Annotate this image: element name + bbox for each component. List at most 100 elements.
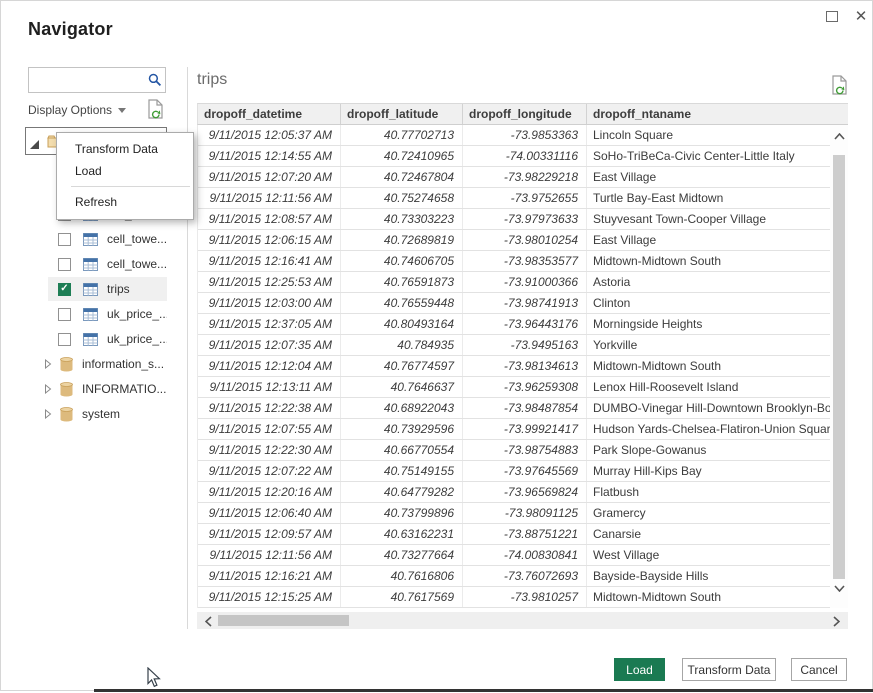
sidebar-item-uk-price-1[interactable]: uk_price_... <box>48 302 167 326</box>
vertical-scrollbar[interactable] <box>830 125 848 608</box>
table-cell-datetime: 9/11/2015 12:07:20 AM <box>198 167 341 187</box>
table-cell-latitude: 40.76559448 <box>341 293 463 313</box>
scroll-left-icon[interactable] <box>205 616 212 627</box>
table-cell-datetime: 9/11/2015 12:06:15 AM <box>198 230 341 250</box>
table-cell-ntaname: Yorkville <box>587 335 830 355</box>
table-row: 9/11/2015 12:07:22 AM 40.75149155 -73.97… <box>198 461 830 482</box>
table-cell-ntaname: East Village <box>587 167 830 187</box>
checkbox-unchecked[interactable] <box>58 233 71 246</box>
sidebar-item-uk-price-2[interactable]: uk_price_... <box>48 327 167 351</box>
scroll-up-icon[interactable] <box>834 133 845 140</box>
table-row: 9/11/2015 12:15:25 AM 40.7617569 -73.981… <box>198 587 830 608</box>
table-cell-latitude: 40.76774597 <box>341 356 463 376</box>
sidebar-item-cell-towe-3[interactable]: cell_towe... <box>48 252 167 276</box>
checkbox-unchecked[interactable] <box>58 333 71 346</box>
search-box <box>28 67 166 93</box>
collapsed-arrow-icon[interactable] <box>44 384 52 394</box>
table-cell-latitude: 40.75149155 <box>341 461 463 481</box>
table-cell-datetime: 9/11/2015 12:07:55 AM <box>198 419 341 439</box>
table-cell-longitude: -73.98010254 <box>463 230 587 250</box>
menu-item-load[interactable]: Load <box>57 160 193 182</box>
table-cell-longitude: -74.00331116 <box>463 146 587 166</box>
table-row: 9/11/2015 12:05:37 AM 40.77702713 -73.98… <box>198 125 830 146</box>
table-cell-datetime: 9/11/2015 12:03:00 AM <box>198 293 341 313</box>
table-cell-longitude: -73.88751221 <box>463 524 587 544</box>
table-cell-ntaname: Hudson Yards-Chelsea-Flatiron-Union Squa… <box>587 419 830 439</box>
horizontal-scrollbar[interactable] <box>197 612 848 629</box>
table-cell-datetime: 9/11/2015 12:08:57 AM <box>198 209 341 229</box>
table-cell-datetime: 9/11/2015 12:07:22 AM <box>198 461 341 481</box>
sidebar-item-information-schema-upper[interactable]: INFORMATIO... <box>39 377 167 401</box>
checkbox-unchecked[interactable] <box>58 258 71 271</box>
table-cell-longitude: -73.97645569 <box>463 461 587 481</box>
collapsed-arrow-icon[interactable] <box>44 359 52 369</box>
table-cell-longitude: -73.9752655 <box>463 188 587 208</box>
table-cell-latitude: 40.73799896 <box>341 503 463 523</box>
table-cell-datetime: 9/11/2015 12:06:40 AM <box>198 503 341 523</box>
scroll-right-icon[interactable] <box>833 616 840 627</box>
display-options-dropdown[interactable]: Display Options <box>28 101 126 119</box>
table-cell-latitude: 40.77702713 <box>341 125 463 145</box>
table-cell-longitude: -73.98487854 <box>463 398 587 418</box>
vertical-scrollbar-thumb[interactable] <box>833 155 845 579</box>
sidebar-item-information-schema[interactable]: information_s... <box>39 352 167 376</box>
database-icon <box>60 382 73 397</box>
table-cell-datetime: 9/11/2015 12:37:05 AM <box>198 314 341 334</box>
cancel-button[interactable]: Cancel <box>791 658 847 681</box>
search-icon[interactable] <box>145 73 165 87</box>
column-header: dropoff_longitude <box>463 104 587 124</box>
sidebar-item-label: uk_price_... <box>107 307 167 321</box>
sidebar-item-label: INFORMATIO... <box>82 382 166 396</box>
scroll-down-icon[interactable] <box>834 585 845 592</box>
checkbox-unchecked[interactable] <box>58 308 71 321</box>
sidebar-item-cell-towe-2[interactable]: cell_towe... <box>48 227 167 251</box>
table-row: 9/11/2015 12:08:57 AM 40.73303223 -73.97… <box>198 209 830 230</box>
table-cell-datetime: 9/11/2015 12:11:56 AM <box>198 188 341 208</box>
table-cell-datetime: 9/11/2015 12:12:04 AM <box>198 356 341 376</box>
collapsed-arrow-icon[interactable] <box>44 409 52 419</box>
horizontal-scrollbar-thumb[interactable] <box>218 615 349 626</box>
table-cell-longitude: -73.98134613 <box>463 356 587 376</box>
transform-data-button[interactable]: Transform Data <box>682 658 776 681</box>
table-cell-ntaname: Lenox Hill-Roosevelt Island <box>587 377 830 397</box>
table-cell-ntaname: Midtown-Midtown South <box>587 587 830 607</box>
table-row: 9/11/2015 12:07:35 AM 40.784935 -73.9495… <box>198 335 830 356</box>
table-cell-latitude: 40.72689819 <box>341 230 463 250</box>
table-row: 9/11/2015 12:12:04 AM 40.76774597 -73.98… <box>198 356 830 377</box>
table-row: 9/11/2015 12:13:11 AM 40.7646637 -73.962… <box>198 377 830 398</box>
table-cell-ntaname: Astoria <box>587 272 830 292</box>
column-header: dropoff_datetime <box>198 104 341 124</box>
expanded-arrow-icon[interactable] <box>30 140 39 149</box>
table-cell-ntaname: Clinton <box>587 293 830 313</box>
sidebar-item-label: cell_towe... <box>107 232 167 246</box>
checkbox-checked[interactable]: ✓ <box>58 283 71 296</box>
table-cell-datetime: 9/11/2015 12:07:35 AM <box>198 335 341 355</box>
table-cell-latitude: 40.68922043 <box>341 398 463 418</box>
refresh-preview-button[interactable] <box>831 75 848 101</box>
table-cell-longitude: -73.96443176 <box>463 314 587 334</box>
maximize-button[interactable] <box>823 7 841 25</box>
sidebar-item-trips[interactable]: ✓ trips <box>48 277 167 301</box>
table-cell-latitude: 40.7617569 <box>341 587 463 607</box>
menu-item-refresh[interactable]: Refresh <box>57 191 193 213</box>
table-cell-datetime: 9/11/2015 12:16:21 AM <box>198 566 341 586</box>
table-cell-datetime: 9/11/2015 12:16:41 AM <box>198 251 341 271</box>
table-row: 9/11/2015 12:20:16 AM 40.64779282 -73.96… <box>198 482 830 503</box>
preview-table-header: dropoff_datetime dropoff_latitude dropof… <box>197 103 848 125</box>
table-row: 9/11/2015 12:25:53 AM 40.76591873 -73.91… <box>198 272 830 293</box>
table-cell-ntaname: Midtown-Midtown South <box>587 251 830 271</box>
table-row: 9/11/2015 12:11:56 AM 40.73277664 -74.00… <box>198 545 830 566</box>
menu-item-transform-data[interactable]: Transform Data <box>57 138 193 160</box>
load-button[interactable]: Load <box>614 658 665 681</box>
maximize-icon <box>826 11 838 22</box>
sidebar-item-system[interactable]: system <box>39 402 167 426</box>
close-button[interactable]: ✕ <box>852 7 870 25</box>
refresh-schema-button[interactable] <box>147 99 164 125</box>
table-cell-longitude: -73.91000366 <box>463 272 587 292</box>
table-cell-latitude: 40.73277664 <box>341 545 463 565</box>
search-input[interactable] <box>29 68 145 92</box>
table-row: 9/11/2015 12:14:55 AM 40.72410965 -74.00… <box>198 146 830 167</box>
table-cell-ntaname: Stuyvesant Town-Cooper Village <box>587 209 830 229</box>
table-cell-ntaname: Turtle Bay-East Midtown <box>587 188 830 208</box>
display-options-label: Display Options <box>28 103 112 117</box>
